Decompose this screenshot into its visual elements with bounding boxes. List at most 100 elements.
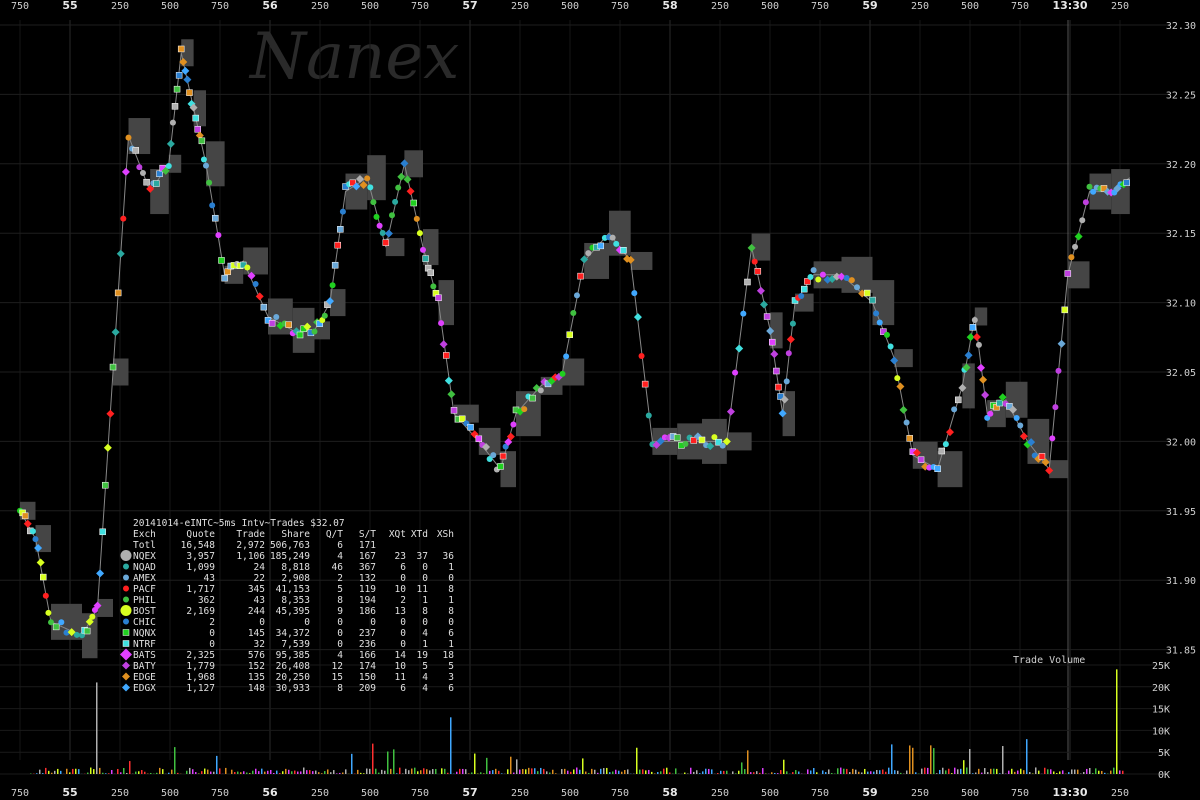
trade-marker [244, 264, 251, 271]
volume-bar [513, 772, 515, 774]
volume-bar [249, 773, 251, 774]
trade-marker [373, 213, 380, 220]
volume-bar [816, 772, 818, 774]
volume-bar [1122, 770, 1124, 774]
volume-bar [282, 771, 284, 774]
legend-row-value: 152 [248, 661, 265, 672]
trade-marker [810, 267, 817, 274]
volume-bar [1056, 773, 1058, 774]
y-tick-label: 32.20 [1166, 160, 1196, 171]
volume-bar [462, 768, 464, 774]
legend-row-value: 0 [448, 617, 454, 628]
volume-bar [297, 771, 299, 774]
volume-bar [726, 770, 728, 774]
volume-tick-label: 25K [1152, 661, 1170, 672]
legend-row-value: 1 [422, 595, 428, 606]
quote-marker [410, 199, 417, 207]
legend-column-header: Exch [133, 529, 156, 540]
quote-marker [775, 383, 782, 391]
volume-bar [975, 772, 977, 774]
volume-bar [846, 768, 848, 774]
volume-bar [708, 768, 710, 774]
volume-bar [591, 768, 593, 774]
x-tick-label-bottom: 13:30 [1052, 786, 1087, 799]
quote-marker [499, 452, 507, 460]
volume-bar [96, 682, 98, 774]
quote-marker [938, 447, 945, 455]
quote-marker [801, 285, 808, 293]
volume-bar [963, 760, 965, 774]
volume-bar [192, 769, 194, 774]
legend-row-value: 237 [359, 628, 376, 639]
legend-row-label: CHIC [133, 617, 156, 628]
x-tick-label-top: 500 [361, 1, 379, 12]
x-tick-label-bottom: 750 [411, 788, 429, 799]
volume-bar [459, 768, 461, 774]
volume-bar [465, 769, 467, 774]
volume-bar [204, 768, 206, 774]
legend-row-value: 8 [448, 584, 454, 595]
volume-bar [1113, 767, 1115, 774]
volume-bar [93, 769, 95, 774]
trade-marker [206, 179, 213, 186]
trade-marker [1086, 183, 1093, 190]
volume-bar [189, 767, 191, 774]
volume-bar [888, 767, 890, 774]
nanex-trade-chart: Nanex 750 55 250 500 750 56 250 500 750 57 250 500 7… [0, 0, 1200, 800]
trade-marker [165, 162, 172, 169]
quote-marker [917, 456, 925, 463]
legend-row-value: 0 [337, 617, 343, 628]
volume-bar [897, 770, 899, 774]
volume-bar [780, 770, 782, 774]
legend-row-value: 23 [395, 551, 406, 562]
quote-marker [99, 528, 106, 536]
legend-row-label: NTRF [133, 639, 156, 650]
volume-bar [456, 771, 458, 774]
legend-column-header: XTd [411, 529, 428, 540]
legend-row-value: 8,818 [281, 562, 310, 573]
volume-bar [774, 772, 776, 774]
x-tick-label-bottom: 500 [761, 788, 779, 799]
legend-row-label: EDGX [133, 683, 156, 694]
trade-marker [537, 387, 544, 394]
trade-marker [815, 276, 822, 283]
quote-marker [459, 415, 466, 423]
quote-marker [475, 435, 483, 443]
volume-bar [162, 769, 164, 774]
trade-marker [1072, 243, 1079, 250]
volume-bar [108, 773, 110, 774]
legend-row-value: 2 [400, 595, 406, 606]
x-tick-label-top: 250 [1111, 1, 1129, 12]
quote-marker [566, 331, 573, 338]
volume-bar [1059, 771, 1061, 774]
x-tick-label-top: 59 [862, 0, 877, 12]
trade-marker [1052, 404, 1059, 411]
legend-row-value: 506,763 [270, 540, 310, 551]
legend-row-value: 6 [337, 540, 343, 551]
volume-bar [702, 771, 704, 774]
trade-marker [807, 274, 814, 281]
volume-bar [186, 770, 188, 774]
legend-row-value: 166 [359, 650, 376, 661]
volume-bar [75, 768, 77, 774]
quote-marker [382, 239, 390, 246]
volume-bar [1104, 772, 1106, 774]
quote-marker [40, 573, 47, 581]
volume-bar [669, 772, 671, 774]
volume-bar [531, 768, 533, 774]
volume-bar [219, 768, 221, 774]
volume-bar [609, 772, 611, 774]
volume-bar [276, 770, 278, 774]
volume-bar [720, 770, 722, 774]
x-tick-label-bottom: 750 [811, 788, 829, 799]
volume-bar [741, 762, 743, 774]
legend-row-value: 15 [332, 672, 343, 683]
trade-marker [609, 234, 616, 241]
volume-bar [375, 768, 377, 774]
volume-bar [870, 771, 872, 774]
volume-bar [1038, 770, 1040, 774]
volume-bar [1002, 746, 1004, 774]
x-tick-label-top: 500 [161, 1, 179, 12]
trade-marker [1055, 367, 1062, 374]
volume-bar [39, 769, 41, 774]
